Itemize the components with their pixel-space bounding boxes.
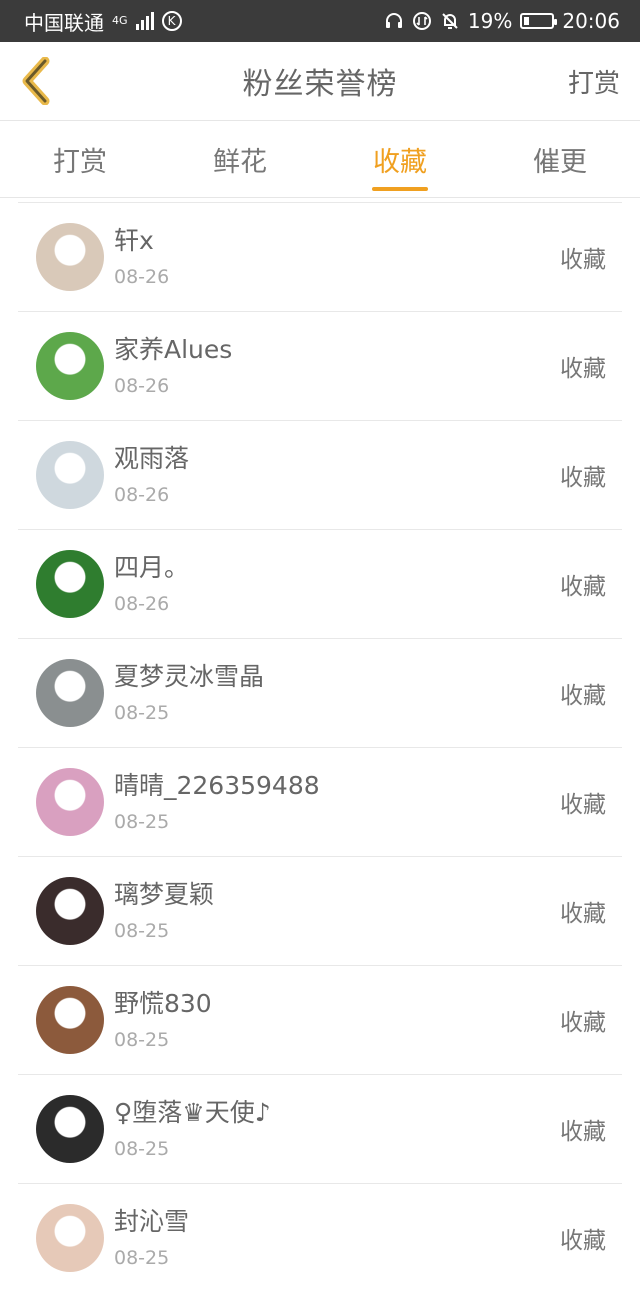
user-name: 野慌830 xyxy=(114,989,212,1018)
battery-icon xyxy=(520,13,558,29)
avatar[interactable] xyxy=(36,550,104,618)
avatar[interactable] xyxy=(36,659,104,727)
action-label: 收藏 xyxy=(560,901,606,927)
date-label: 08-25 xyxy=(114,920,170,942)
list-item[interactable]: 四月。 08-26 收藏 xyxy=(18,530,622,639)
network-type: 4G xyxy=(112,14,128,27)
user-name: 晴晴_226359488 xyxy=(114,771,320,800)
user-name: 璃梦夏颖 xyxy=(114,880,215,909)
avatar[interactable] xyxy=(36,223,104,291)
date-label: 08-25 xyxy=(114,1247,170,1269)
headset-icon xyxy=(384,11,404,31)
status-bar: 中国联通 4G K 19% 20:06 xyxy=(0,0,640,42)
list-item[interactable]: 观雨落 08-26 收藏 xyxy=(18,421,622,530)
clock: 20:06 xyxy=(562,9,620,33)
top-bar: 粉丝荣誉榜 打赏 xyxy=(0,42,640,121)
avatar[interactable] xyxy=(36,986,104,1054)
avatar[interactable] xyxy=(36,768,104,836)
carrier-label: 中国联通 xyxy=(24,10,104,35)
user-name: 观雨落 xyxy=(114,444,190,473)
action-label: 收藏 xyxy=(560,1119,606,1145)
avatar[interactable] xyxy=(36,332,104,400)
page-title: 粉丝荣誉榜 xyxy=(242,67,398,102)
avatar[interactable] xyxy=(36,877,104,945)
user-name: 轩x xyxy=(114,226,154,255)
user-name: 四月。 xyxy=(114,553,190,582)
list-item[interactable]: 夏梦灵冰雪晶 08-25 收藏 xyxy=(18,639,622,748)
action-label: 收藏 xyxy=(560,574,606,600)
user-name: 家养Alues xyxy=(114,335,233,364)
tab-flower[interactable]: 鲜花 xyxy=(160,121,320,197)
action-label: 收藏 xyxy=(560,247,606,273)
date-label: 08-25 xyxy=(114,1029,170,1051)
back-button[interactable] xyxy=(14,56,58,106)
tab-urge[interactable]: 催更 xyxy=(480,121,640,197)
mute-bell-icon xyxy=(440,11,460,31)
list-item[interactable]: 野慌830 08-25 收藏 xyxy=(18,966,622,1075)
date-label: 08-26 xyxy=(114,266,170,288)
tab-reward[interactable]: 打赏 xyxy=(0,121,160,197)
list-item[interactable]: 璃梦夏颖 08-25 收藏 xyxy=(18,857,622,966)
action-label: 收藏 xyxy=(560,356,606,382)
date-label: 08-25 xyxy=(114,811,170,833)
action-label: 收藏 xyxy=(560,792,606,818)
date-label: 08-25 xyxy=(114,702,170,724)
user-name: 封沁雪 xyxy=(114,1207,190,1236)
date-label: 08-26 xyxy=(114,593,170,615)
list-item[interactable]: 封沁雪 08-25 收藏 xyxy=(18,1184,622,1292)
avatar[interactable] xyxy=(36,1204,104,1272)
date-label: 08-25 xyxy=(114,1138,170,1160)
list-item[interactable]: 家养Alues 08-26 收藏 xyxy=(18,312,622,421)
user-name: ♀堕落♛天使♪ xyxy=(114,1098,271,1127)
action-label: 收藏 xyxy=(560,1010,606,1036)
date-label: 08-26 xyxy=(114,484,170,506)
chevron-left-icon xyxy=(22,57,50,105)
k-app-icon: K xyxy=(161,11,182,31)
fan-list: 轩x 08-26 收藏 家养Alues 08-26 收藏 观雨落 08-26 收藏 四… xyxy=(0,203,640,1292)
action-label: 收藏 xyxy=(560,1228,606,1254)
data-icon xyxy=(412,11,432,31)
avatar[interactable] xyxy=(36,441,104,509)
signal-icon xyxy=(135,12,154,30)
tab-bar: 打赏 鲜花 收藏 催更 xyxy=(0,121,640,198)
date-label: 08-26 xyxy=(114,375,170,397)
list-item[interactable]: 晴晴_226359488 08-25 收藏 xyxy=(18,748,622,857)
list-item[interactable]: 轩x 08-26 收藏 xyxy=(18,203,622,312)
user-name: 夏梦灵冰雪晶 xyxy=(114,662,265,691)
avatar[interactable] xyxy=(36,1095,104,1163)
reward-button[interactable]: 打赏 xyxy=(568,63,620,100)
battery-percent: 19% xyxy=(467,9,513,33)
action-label: 收藏 xyxy=(560,465,606,491)
tab-collect[interactable]: 收藏 xyxy=(320,121,480,197)
action-label: 收藏 xyxy=(560,683,606,709)
list-item[interactable]: ♀堕落♛天使♪ 08-25 收藏 xyxy=(18,1075,622,1184)
